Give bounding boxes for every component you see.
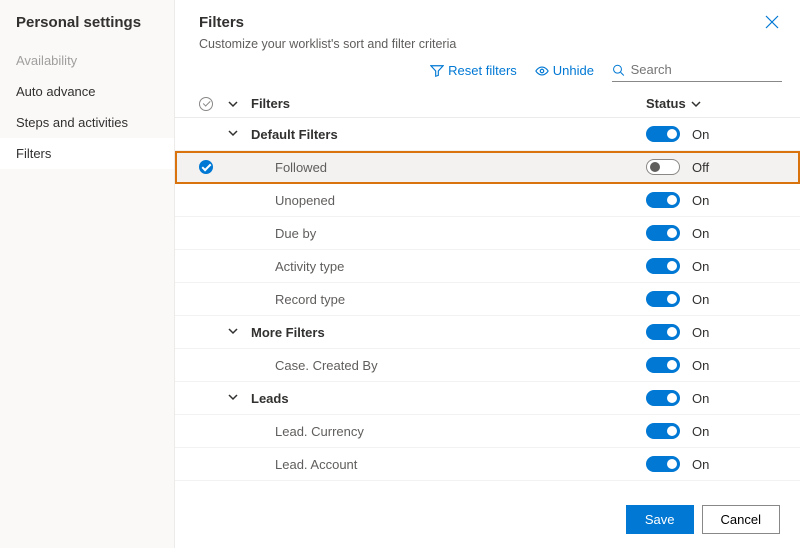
save-button[interactable]: Save <box>626 505 694 534</box>
status-label: On <box>692 193 709 208</box>
status-label: On <box>692 457 709 472</box>
filter-row[interactable]: Leads On <box>175 382 800 415</box>
column-status[interactable]: Status <box>646 96 776 111</box>
status-toggle[interactable] <box>646 423 680 439</box>
row-label: Case. Created By <box>251 358 646 373</box>
status-toggle[interactable] <box>646 291 680 307</box>
status-toggle[interactable] <box>646 357 680 373</box>
search-input[interactable] <box>629 61 782 78</box>
filter-row[interactable]: Unopened On <box>175 184 800 217</box>
filter-row[interactable]: Followed Off <box>175 151 800 184</box>
unhide-label: Unhide <box>553 63 594 78</box>
status-toggle[interactable] <box>646 159 680 175</box>
row-check-icon[interactable] <box>199 160 213 174</box>
status-label: On <box>692 391 709 406</box>
status-label: On <box>692 424 709 439</box>
sidebar-item-steps[interactable]: Steps and activities <box>0 107 174 138</box>
table-header: Filters Status <box>175 90 800 118</box>
status-label: Off <box>692 160 709 175</box>
status-label: On <box>692 226 709 241</box>
search-field[interactable] <box>612 59 782 82</box>
reset-filters-link[interactable]: Reset filters <box>430 63 517 78</box>
column-status-label: Status <box>646 96 686 111</box>
row-label: Due by <box>251 226 646 241</box>
status-toggle[interactable] <box>646 324 680 340</box>
chevron-down-icon[interactable] <box>227 391 239 406</box>
filter-row[interactable]: Default Filters On <box>175 118 800 151</box>
status-toggle[interactable] <box>646 126 680 142</box>
sidebar-title: Personal settings <box>0 14 174 45</box>
unhide-link[interactable]: Unhide <box>535 63 594 78</box>
status-toggle[interactable] <box>646 225 680 241</box>
sidebar-item-filters[interactable]: Filters <box>0 138 174 169</box>
row-label: Lead. Currency <box>251 424 646 439</box>
row-label: Lead. Account <box>251 457 646 472</box>
row-label: Activity type <box>251 259 646 274</box>
chevron-down-icon <box>690 98 702 110</box>
header: Filters Customize your worklist's sort a… <box>175 0 800 55</box>
row-label: Unopened <box>251 193 646 208</box>
status-label: On <box>692 292 709 307</box>
close-icon[interactable] <box>764 14 780 35</box>
toolbar: Reset filters Unhide <box>175 55 800 90</box>
status-toggle[interactable] <box>646 456 680 472</box>
filter-row[interactable]: Record type On <box>175 283 800 316</box>
chevron-down-icon[interactable] <box>227 325 239 340</box>
filter-row[interactable]: Activity type On <box>175 250 800 283</box>
row-label: Record type <box>251 292 646 307</box>
status-toggle[interactable] <box>646 390 680 406</box>
column-filters[interactable]: Filters <box>251 96 646 111</box>
row-label: Default Filters <box>251 127 646 142</box>
reset-filters-label: Reset filters <box>448 63 517 78</box>
filter-row[interactable]: More Filters On <box>175 316 800 349</box>
row-label: Leads <box>251 391 646 406</box>
main-panel: Filters Customize your worklist's sort a… <box>175 0 800 548</box>
search-icon <box>612 63 625 77</box>
filter-icon <box>430 64 444 78</box>
select-all-icon[interactable] <box>199 97 213 111</box>
filter-row[interactable]: Lead. Currency On <box>175 415 800 448</box>
status-label: On <box>692 325 709 340</box>
status-label: On <box>692 358 709 373</box>
footer: Save Cancel <box>175 495 800 548</box>
sidebar-item-availability: Availability <box>0 45 174 76</box>
rows-container: Default FiltersOnFollowedOffUnopenedOnDu… <box>175 118 800 495</box>
filter-row[interactable]: Due by On <box>175 217 800 250</box>
page-subtitle: Customize your worklist's sort and filte… <box>199 37 776 51</box>
status-toggle[interactable] <box>646 258 680 274</box>
row-label: Followed <box>251 160 646 175</box>
page-title: Filters <box>199 14 776 31</box>
cancel-button[interactable]: Cancel <box>702 505 780 534</box>
chevron-down-icon[interactable] <box>227 98 239 110</box>
status-label: On <box>692 259 709 274</box>
sidebar-item-auto-advance[interactable]: Auto advance <box>0 76 174 107</box>
filter-row[interactable]: Case. Created By On <box>175 349 800 382</box>
filter-row[interactable]: Lead. Account On <box>175 448 800 481</box>
sidebar: Personal settings Availability Auto adva… <box>0 0 175 548</box>
status-toggle[interactable] <box>646 192 680 208</box>
chevron-down-icon[interactable] <box>227 127 239 142</box>
row-label: More Filters <box>251 325 646 340</box>
status-label: On <box>692 127 709 142</box>
eye-icon <box>535 64 549 78</box>
